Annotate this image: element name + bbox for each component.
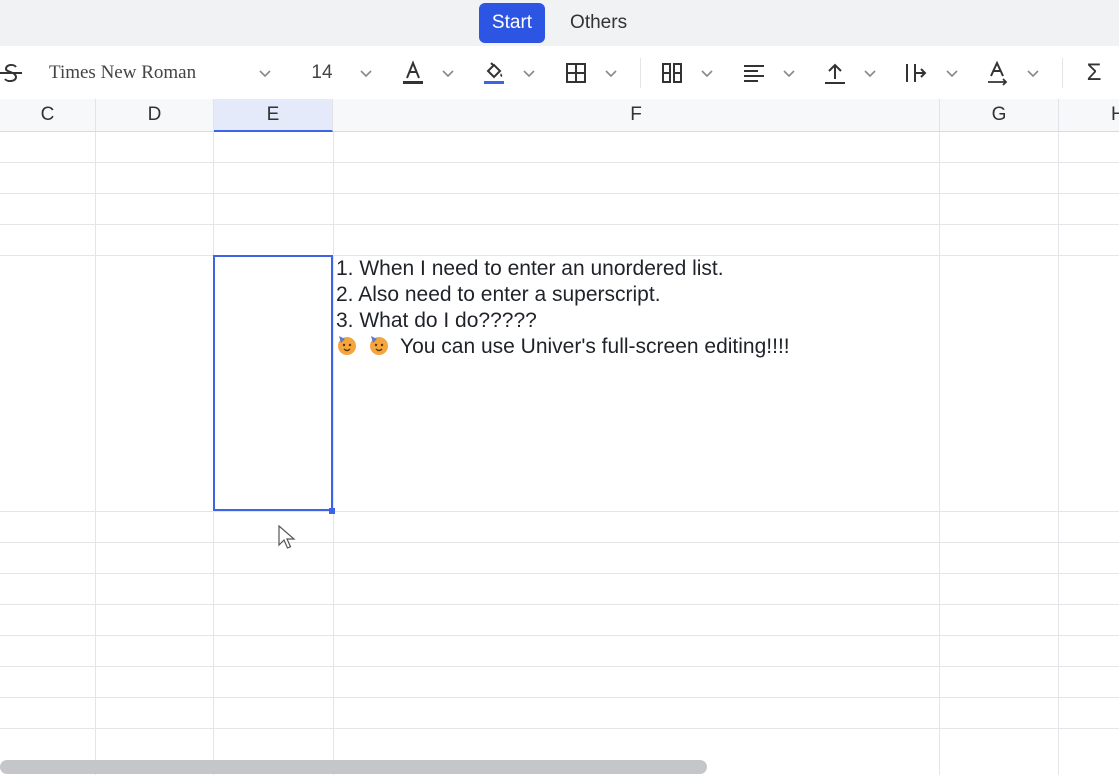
- column-header-d[interactable]: D: [96, 99, 214, 131]
- column-header-h[interactable]: H: [1059, 99, 1119, 131]
- font-size-select[interactable]: 14: [306, 46, 338, 99]
- horizontal-align-button[interactable]: [742, 46, 766, 99]
- chevron-down-icon: [360, 69, 372, 77]
- grid-line: [0, 604, 1119, 605]
- text-color-dropdown[interactable]: [439, 46, 457, 99]
- text-wrap-dropdown[interactable]: [943, 46, 961, 99]
- text-color-icon: [403, 59, 423, 84]
- grid-line: [0, 511, 1119, 512]
- column-header-g[interactable]: G: [940, 99, 1059, 131]
- toolbar-divider: [640, 58, 641, 88]
- grid-line: [0, 697, 1119, 698]
- chevron-down-icon: [605, 69, 617, 77]
- cell-selection-e[interactable]: [213, 255, 333, 511]
- chevron-down-icon: [946, 69, 958, 77]
- partying-face-emoji-icon: [338, 336, 356, 355]
- font-size-dropdown[interactable]: [357, 46, 375, 99]
- merge-cells-button[interactable]: [661, 46, 683, 99]
- list-line-3: 3. What do I do?????: [336, 309, 537, 332]
- fill-handle[interactable]: [329, 508, 335, 514]
- grid-line: [95, 132, 96, 775]
- toolbar-divider: [1062, 58, 1063, 88]
- grid-line: [0, 728, 1119, 729]
- column-header-e[interactable]: E: [214, 99, 333, 132]
- vertical-align-dropdown[interactable]: [861, 46, 879, 99]
- grid-line: [1058, 132, 1059, 775]
- grid-line: [0, 666, 1119, 667]
- chevron-down-icon: [1027, 69, 1039, 77]
- sum-icon[interactable]: Σ: [1082, 46, 1106, 99]
- strikethrough-icon: [0, 63, 22, 82]
- text-rotate-icon: [988, 60, 1008, 86]
- chevron-down-icon: [783, 69, 795, 77]
- border-dropdown[interactable]: [602, 46, 620, 99]
- vertical-align-button[interactable]: [823, 46, 847, 99]
- grid-line: [939, 132, 940, 775]
- partying-face-emoji-icon: [370, 336, 388, 355]
- chevron-down-icon: [864, 69, 876, 77]
- text-rotate-button[interactable]: [986, 46, 1010, 99]
- text-wrap-button[interactable]: [904, 46, 928, 99]
- column-header-f[interactable]: F: [333, 99, 940, 131]
- column-header-c[interactable]: C: [0, 99, 96, 131]
- chevron-down-icon: [259, 69, 271, 77]
- grid-line: [0, 162, 1119, 163]
- horizontal-align-dropdown[interactable]: [780, 46, 798, 99]
- strikethrough-button[interactable]: [0, 46, 22, 99]
- toolbar: Times New Roman 14 Σ: [0, 46, 1119, 100]
- column-headers: C D E F G H: [0, 99, 1119, 132]
- grid-line: [0, 224, 1119, 225]
- vertical-align-icon: [825, 63, 845, 84]
- fill-color-button[interactable]: [482, 46, 506, 99]
- font-family-dropdown[interactable]: [256, 46, 274, 99]
- list-line-4-text: You can use Univer's full-screen editing…: [400, 335, 790, 358]
- text-rotate-dropdown[interactable]: [1024, 46, 1042, 99]
- grid-line: [0, 573, 1119, 574]
- chevron-down-icon: [701, 69, 713, 77]
- tab-start[interactable]: Start: [478, 3, 546, 43]
- text-color-button[interactable]: [401, 46, 425, 99]
- mouse-pointer-icon: [278, 525, 296, 549]
- ribbon-tab-bar: Start Others: [0, 0, 1119, 46]
- grid-line: [333, 132, 334, 775]
- list-line-1: 1. When I need to enter an unordered lis…: [336, 257, 724, 280]
- spreadsheet-grid[interactable]: 1. When I need to enter an unordered lis…: [0, 132, 1119, 775]
- list-line-2: 2. Also need to enter a superscript.: [336, 283, 661, 306]
- list-line-4: You can use Univer's full-screen editing…: [336, 334, 936, 360]
- merge-cells-dropdown[interactable]: [698, 46, 716, 99]
- fill-color-dropdown[interactable]: [520, 46, 538, 99]
- fill-color-icon: [484, 61, 504, 84]
- grid-line: [0, 542, 1119, 543]
- grid-line: [0, 193, 1119, 194]
- horizontal-align-icon: [744, 64, 764, 82]
- text-wrap-icon: [906, 63, 927, 82]
- chevron-down-icon: [523, 69, 535, 77]
- border-icon: [566, 62, 586, 83]
- font-family-select[interactable]: Times New Roman: [49, 46, 239, 99]
- border-button[interactable]: [565, 46, 587, 99]
- merge-cells-icon: [662, 62, 682, 83]
- tab-others[interactable]: Others: [557, 3, 640, 43]
- cell-f-rich-text[interactable]: 1. When I need to enter an unordered lis…: [336, 256, 936, 360]
- chevron-down-icon: [442, 69, 454, 77]
- horizontal-scrollbar-thumb[interactable]: [0, 760, 707, 774]
- grid-line: [0, 635, 1119, 636]
